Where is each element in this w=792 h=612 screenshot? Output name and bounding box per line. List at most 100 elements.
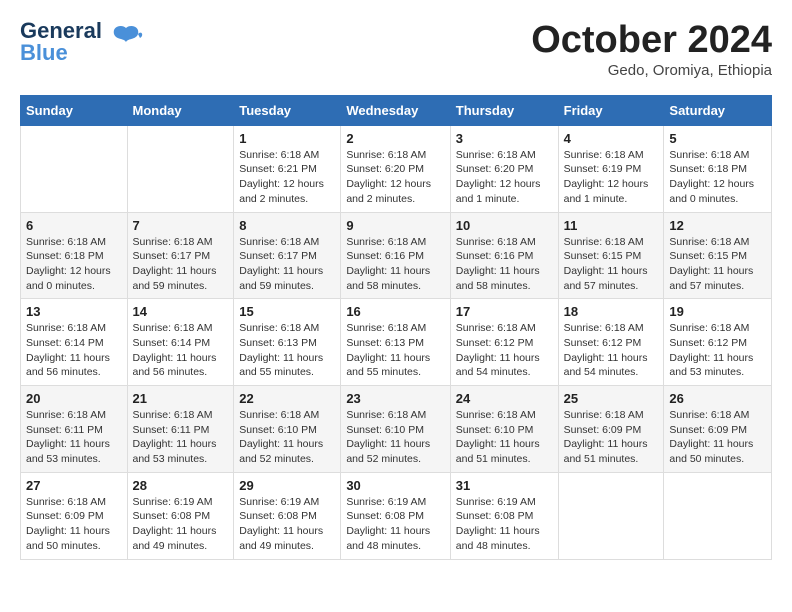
calendar-cell: 6 Sunrise: 6:18 AMSunset: 6:18 PMDaylight…: [21, 212, 128, 299]
calendar-table: SundayMondayTuesdayWednesdayThursdayFrid…: [20, 95, 772, 560]
calendar-cell: 26 Sunrise: 6:18 AMSunset: 6:09 PMDayligh…: [664, 386, 772, 473]
day-number: 18: [564, 304, 659, 319]
cell-info: Sunrise: 6:18 AMSunset: 6:21 PMDaylight:…: [239, 148, 335, 207]
logo: General Blue: [20, 20, 144, 64]
cell-info: Sunrise: 6:18 AMSunset: 6:18 PMDaylight:…: [26, 235, 122, 294]
day-number: 8: [239, 218, 335, 233]
calendar-cell: 2Sunrise: 6:18 AMSunset: 6:20 PMDaylight…: [341, 125, 450, 212]
cell-info: Sunrise: 6:19 AMSunset: 6:08 PMDaylight:…: [239, 495, 335, 554]
calendar-cell: 13 Sunrise: 6:18 AMSunset: 6:14 PMDayligh…: [21, 299, 128, 386]
day-number: 24: [456, 391, 553, 406]
location: Gedo, Oromiya, Ethiopia: [531, 62, 772, 79]
page-header: General Blue October 2024 Gedo, Oromiya,…: [20, 20, 772, 79]
calendar-cell: 3Sunrise: 6:18 AMSunset: 6:20 PMDaylight…: [450, 125, 558, 212]
calendar-cell: 23 Sunrise: 6:18 AMSunset: 6:10 PMDayligh…: [341, 386, 450, 473]
calendar-cell: 8 Sunrise: 6:18 AMSunset: 6:17 PMDaylight…: [234, 212, 341, 299]
day-number: 4: [564, 131, 659, 146]
cell-info: Sunrise: 6:18 AMSunset: 6:12 PMDaylight:…: [456, 321, 553, 380]
calendar-cell: 1 Sunrise: 6:18 AMSunset: 6:21 PMDaylight…: [234, 125, 341, 212]
calendar-cell: 9Sunrise: 6:18 AMSunset: 6:16 PMDaylight…: [341, 212, 450, 299]
cell-info: Sunrise: 6:18 AMSunset: 6:14 PMDaylight:…: [133, 321, 229, 380]
day-number: 25: [564, 391, 659, 406]
day-number: 2: [346, 131, 444, 146]
cell-info: Sunrise: 6:18 AMSunset: 6:15 PMDaylight:…: [669, 235, 766, 294]
calendar-cell: 20 Sunrise: 6:18 AMSunset: 6:11 PMDayligh…: [21, 386, 128, 473]
calendar-cell: 24 Sunrise: 6:18 AMSunset: 6:10 PMDayligh…: [450, 386, 558, 473]
weekday-header-monday: Monday: [127, 95, 234, 125]
week-row-1: 1 Sunrise: 6:18 AMSunset: 6:21 PMDaylight…: [21, 125, 772, 212]
weekday-header-saturday: Saturday: [664, 95, 772, 125]
weekday-header-thursday: Thursday: [450, 95, 558, 125]
cell-info: Sunrise: 6:18 AMSunset: 6:16 PMDaylight:…: [346, 235, 444, 294]
month-title: October 2024: [531, 20, 772, 62]
day-number: 26: [669, 391, 766, 406]
week-row-5: 27Sunrise: 6:18 AMSunset: 6:09 PMDayligh…: [21, 472, 772, 559]
day-number: 11: [564, 218, 659, 233]
day-number: 31: [456, 478, 553, 493]
logo-general: General: [20, 20, 102, 42]
cell-info: Sunrise: 6:18 AMSunset: 6:15 PMDaylight:…: [564, 235, 659, 294]
cell-info: Sunrise: 6:18 AMSunset: 6:17 PMDaylight:…: [239, 235, 335, 294]
day-number: 27: [26, 478, 122, 493]
calendar-cell: 12 Sunrise: 6:18 AMSunset: 6:15 PMDayligh…: [664, 212, 772, 299]
day-number: 14: [133, 304, 229, 319]
weekday-header-sunday: Sunday: [21, 95, 128, 125]
calendar-cell: [664, 472, 772, 559]
calendar-cell: 28Sunrise: 6:19 AMSunset: 6:08 PMDayligh…: [127, 472, 234, 559]
calendar-cell: 30 Sunrise: 6:19 AMSunset: 6:08 PMDayligh…: [341, 472, 450, 559]
calendar-cell: 17 Sunrise: 6:18 AMSunset: 6:12 PMDayligh…: [450, 299, 558, 386]
day-number: 16: [346, 304, 444, 319]
calendar-cell: 10 Sunrise: 6:18 AMSunset: 6:16 PMDayligh…: [450, 212, 558, 299]
day-number: 20: [26, 391, 122, 406]
calendar-cell: 7 Sunrise: 6:18 AMSunset: 6:17 PMDaylight…: [127, 212, 234, 299]
calendar-cell: 5 Sunrise: 6:18 AMSunset: 6:18 PMDaylight…: [664, 125, 772, 212]
day-number: 23: [346, 391, 444, 406]
cell-info: Sunrise: 6:18 AMSunset: 6:11 PMDaylight:…: [133, 408, 229, 467]
cell-info: Sunrise: 6:18 AMSunset: 6:14 PMDaylight:…: [26, 321, 122, 380]
calendar-cell: 31 Sunrise: 6:19 AMSunset: 6:08 PMDayligh…: [450, 472, 558, 559]
day-number: 6: [26, 218, 122, 233]
calendar-cell: 29Sunrise: 6:19 AMSunset: 6:08 PMDayligh…: [234, 472, 341, 559]
calendar-cell: 15Sunrise: 6:18 AMSunset: 6:13 PMDayligh…: [234, 299, 341, 386]
logo-bird-icon: [108, 20, 144, 61]
cell-info: Sunrise: 6:18 AMSunset: 6:13 PMDaylight:…: [346, 321, 444, 380]
day-number: 22: [239, 391, 335, 406]
week-row-3: 13 Sunrise: 6:18 AMSunset: 6:14 PMDayligh…: [21, 299, 772, 386]
cell-info: Sunrise: 6:18 AMSunset: 6:20 PMDaylight:…: [456, 148, 553, 207]
title-block: October 2024 Gedo, Oromiya, Ethiopia: [531, 20, 772, 79]
cell-info: Sunrise: 6:18 AMSunset: 6:10 PMDaylight:…: [346, 408, 444, 467]
calendar-cell: [127, 125, 234, 212]
calendar-cell: [558, 472, 664, 559]
cell-info: Sunrise: 6:18 AMSunset: 6:18 PMDaylight:…: [669, 148, 766, 207]
day-number: 12: [669, 218, 766, 233]
cell-info: Sunrise: 6:18 AMSunset: 6:16 PMDaylight:…: [456, 235, 553, 294]
calendar-cell: [21, 125, 128, 212]
cell-info: Sunrise: 6:18 AMSunset: 6:19 PMDaylight:…: [564, 148, 659, 207]
day-number: 10: [456, 218, 553, 233]
day-number: 17: [456, 304, 553, 319]
cell-info: Sunrise: 6:19 AMSunset: 6:08 PMDaylight:…: [133, 495, 229, 554]
day-number: 1: [239, 131, 335, 146]
calendar-cell: 11 Sunrise: 6:18 AMSunset: 6:15 PMDayligh…: [558, 212, 664, 299]
day-number: 5: [669, 131, 766, 146]
day-number: 7: [133, 218, 229, 233]
calendar-cell: 22Sunrise: 6:18 AMSunset: 6:10 PMDayligh…: [234, 386, 341, 473]
calendar-cell: 16 Sunrise: 6:18 AMSunset: 6:13 PMDayligh…: [341, 299, 450, 386]
cell-info: Sunrise: 6:18 AMSunset: 6:09 PMDaylight:…: [564, 408, 659, 467]
weekday-header-wednesday: Wednesday: [341, 95, 450, 125]
calendar-cell: 4 Sunrise: 6:18 AMSunset: 6:19 PMDaylight…: [558, 125, 664, 212]
cell-info: Sunrise: 6:18 AMSunset: 6:17 PMDaylight:…: [133, 235, 229, 294]
cell-info: Sunrise: 6:18 AMSunset: 6:09 PMDaylight:…: [669, 408, 766, 467]
day-number: 13: [26, 304, 122, 319]
day-number: 19: [669, 304, 766, 319]
weekday-header-friday: Friday: [558, 95, 664, 125]
cell-info: Sunrise: 6:18 AMSunset: 6:11 PMDaylight:…: [26, 408, 122, 467]
cell-info: Sunrise: 6:19 AMSunset: 6:08 PMDaylight:…: [456, 495, 553, 554]
cell-info: Sunrise: 6:18 AMSunset: 6:12 PMDaylight:…: [564, 321, 659, 380]
cell-info: Sunrise: 6:19 AMSunset: 6:08 PMDaylight:…: [346, 495, 444, 554]
calendar-cell: 19Sunrise: 6:18 AMSunset: 6:12 PMDayligh…: [664, 299, 772, 386]
cell-info: Sunrise: 6:18 AMSunset: 6:10 PMDaylight:…: [456, 408, 553, 467]
day-number: 21: [133, 391, 229, 406]
calendar-cell: 25 Sunrise: 6:18 AMSunset: 6:09 PMDayligh…: [558, 386, 664, 473]
day-number: 30: [346, 478, 444, 493]
